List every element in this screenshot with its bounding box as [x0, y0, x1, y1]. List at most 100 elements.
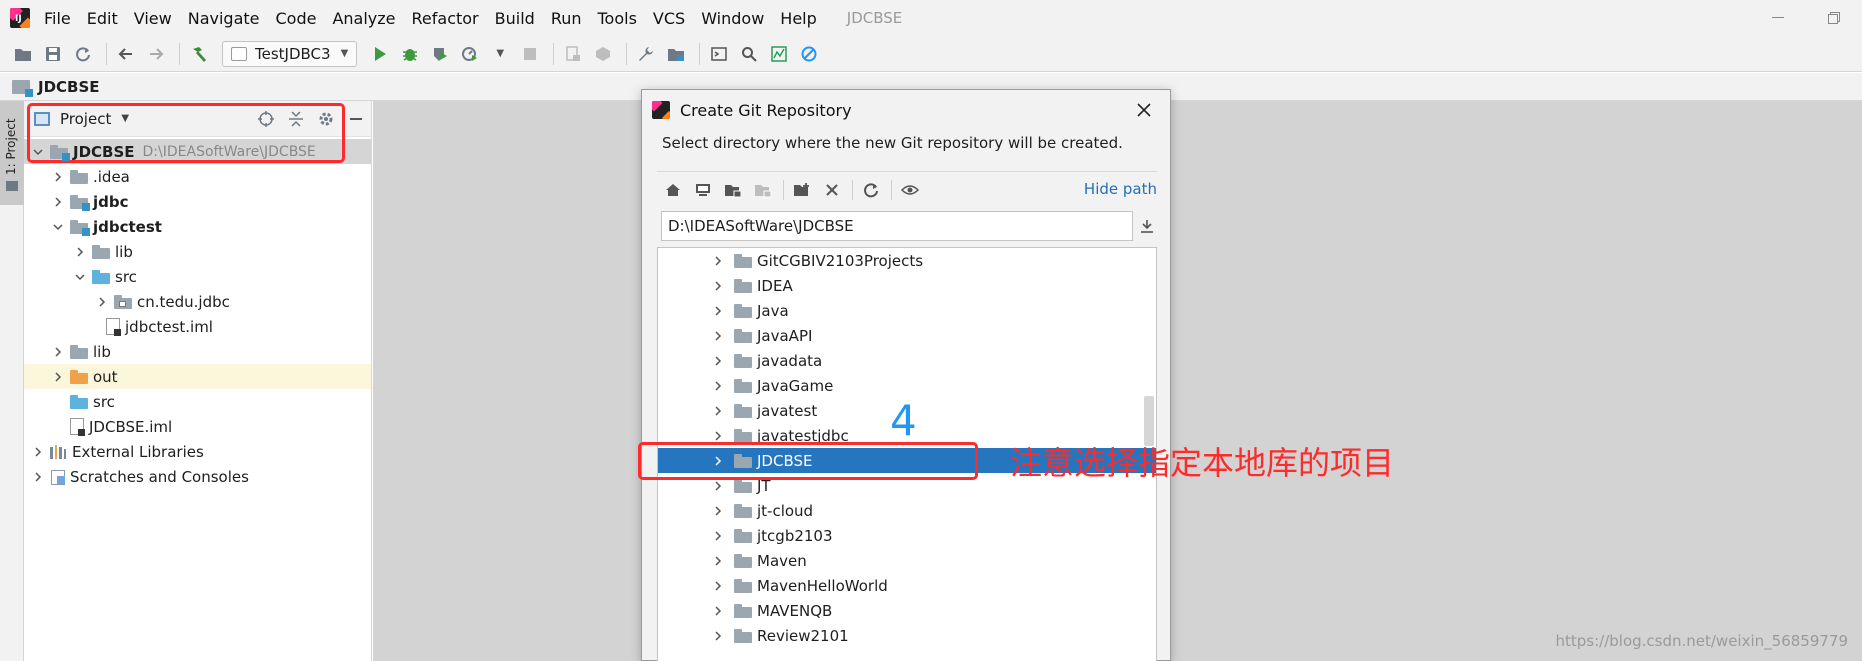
module-dir-button[interactable] [749, 176, 777, 204]
menu-view[interactable]: View [134, 9, 172, 28]
tree-row-jdbctest-iml[interactable]: jdbctest.iml [24, 314, 371, 339]
refresh-button[interactable] [857, 176, 885, 204]
chevron-right-icon[interactable] [50, 369, 66, 385]
path-input[interactable] [661, 211, 1133, 241]
forward-button[interactable] [143, 41, 169, 67]
attach-debugger-button[interactable] [560, 41, 586, 67]
menu-analyze[interactable]: Analyze [332, 9, 395, 28]
chevron-right-icon[interactable] [710, 603, 726, 619]
chevron-right-icon[interactable] [50, 194, 66, 210]
menu-vcs[interactable]: VCS [653, 9, 685, 28]
chevron-down-icon[interactable] [50, 219, 66, 235]
power-save-button[interactable] [796, 41, 822, 67]
delete-button[interactable] [818, 176, 846, 204]
menu-file[interactable]: File [44, 9, 71, 28]
close-button[interactable] [1132, 98, 1156, 122]
chevron-right-icon[interactable] [50, 344, 66, 360]
dir-row[interactable]: Review2101 [658, 623, 1156, 648]
chevron-down-icon[interactable] [72, 269, 88, 285]
menu-code[interactable]: Code [276, 9, 317, 28]
back-button[interactable] [113, 41, 139, 67]
chevron-right-icon[interactable] [72, 244, 88, 260]
debug-button[interactable] [397, 41, 423, 67]
tree-row-idea[interactable]: .idea [24, 164, 371, 189]
tree-row-out[interactable]: out [24, 364, 371, 389]
minimize-button[interactable] [1750, 0, 1806, 36]
chevron-right-icon[interactable] [30, 444, 46, 460]
dir-row[interactable]: jt-cloud [658, 498, 1156, 523]
synchronize-button[interactable] [70, 41, 96, 67]
dir-row[interactable]: IDEA [658, 273, 1156, 298]
sdk-button[interactable] [663, 41, 689, 67]
chevron-right-icon[interactable] [94, 294, 110, 310]
new-folder-button[interactable] [788, 176, 816, 204]
project-tool-window-tab[interactable]: 1: Project [0, 101, 24, 205]
dir-row[interactable]: MavenHelloWorld [658, 573, 1156, 598]
profile-button[interactable] [457, 41, 483, 67]
chevron-right-icon[interactable] [710, 328, 726, 344]
restore-button[interactable] [1806, 0, 1862, 36]
save-all-button[interactable] [40, 41, 66, 67]
chevron-right-icon[interactable] [710, 278, 726, 294]
chevron-right-icon[interactable] [30, 469, 46, 485]
chevron-right-icon[interactable] [710, 553, 726, 569]
terminal-button[interactable] [706, 41, 732, 67]
dir-row[interactable]: javadata [658, 348, 1156, 373]
chevron-right-icon[interactable] [710, 403, 726, 419]
dir-row[interactable]: JavaAPI [658, 323, 1156, 348]
path-history-button[interactable] [1133, 211, 1161, 241]
chevron-right-icon[interactable] [50, 169, 66, 185]
deploy-button[interactable] [590, 41, 616, 67]
tree-row-src-root[interactable]: src [24, 389, 371, 414]
statistic-button[interactable] [766, 41, 792, 67]
chevron-right-icon[interactable] [710, 503, 726, 519]
menu-refactor[interactable]: Refactor [412, 9, 479, 28]
chevron-right-icon[interactable] [710, 253, 726, 269]
run-button[interactable] [367, 41, 393, 67]
menu-help[interactable]: Help [780, 9, 816, 28]
chevron-right-icon[interactable] [710, 378, 726, 394]
tree-row-external-libraries[interactable]: External Libraries [24, 439, 371, 464]
tree-row-src[interactable]: src [24, 264, 371, 289]
hide-panel-button[interactable] [341, 104, 371, 134]
chevron-right-icon[interactable] [710, 303, 726, 319]
menu-run[interactable]: Run [551, 9, 582, 28]
menu-build[interactable]: Build [495, 9, 535, 28]
dir-row[interactable]: JavaGame [658, 373, 1156, 398]
stop-button[interactable] [517, 41, 543, 67]
chevron-right-icon[interactable] [710, 353, 726, 369]
tree-row-lib-root[interactable]: lib [24, 339, 371, 364]
open-button[interactable] [10, 41, 36, 67]
tree-row-jdbctest[interactable]: jdbctest [24, 214, 371, 239]
tree-row-package[interactable]: cn.tedu.jdbc [24, 289, 371, 314]
tree-row-scratches[interactable]: Scratches and Consoles [24, 464, 371, 489]
tree-row-lib[interactable]: lib [24, 239, 371, 264]
menu-tools[interactable]: Tools [598, 9, 637, 28]
more-run-options-button[interactable]: ▼ [487, 41, 513, 67]
chevron-right-icon[interactable] [710, 578, 726, 594]
tree-row-jdcbse-iml[interactable]: JDCBSE.iml [24, 414, 371, 439]
home-button[interactable] [659, 176, 687, 204]
menu-edit[interactable]: Edit [87, 9, 118, 28]
show-hidden-button[interactable] [896, 176, 924, 204]
dir-row[interactable]: jtcgb2103 [658, 523, 1156, 548]
dir-row[interactable]: Java [658, 298, 1156, 323]
build-button[interactable] [186, 41, 212, 67]
dir-row[interactable]: GitCGBIV2103Projects [658, 248, 1156, 273]
search-everywhere-button[interactable] [736, 41, 762, 67]
dir-row[interactable]: Maven [658, 548, 1156, 573]
menu-navigate[interactable]: Navigate [188, 9, 260, 28]
chevron-right-icon[interactable] [710, 628, 726, 644]
project-structure-button[interactable] [633, 41, 659, 67]
tree-row-jdbc[interactable]: jdbc [24, 189, 371, 214]
menu-window[interactable]: Window [701, 9, 764, 28]
breadcrumb-project[interactable]: JDCBSE [38, 78, 100, 96]
project-dir-button[interactable] [719, 176, 747, 204]
hide-path-link[interactable]: Hide path [1084, 180, 1157, 198]
dir-row[interactable]: MAVENQB [658, 598, 1156, 623]
run-configuration-selector[interactable]: TestJDBC3 ▼ [222, 40, 358, 67]
chevron-right-icon[interactable] [710, 528, 726, 544]
coverage-button[interactable] [427, 41, 453, 67]
directory-tree-scrollbar[interactable] [1144, 396, 1154, 446]
desktop-button[interactable] [689, 176, 717, 204]
